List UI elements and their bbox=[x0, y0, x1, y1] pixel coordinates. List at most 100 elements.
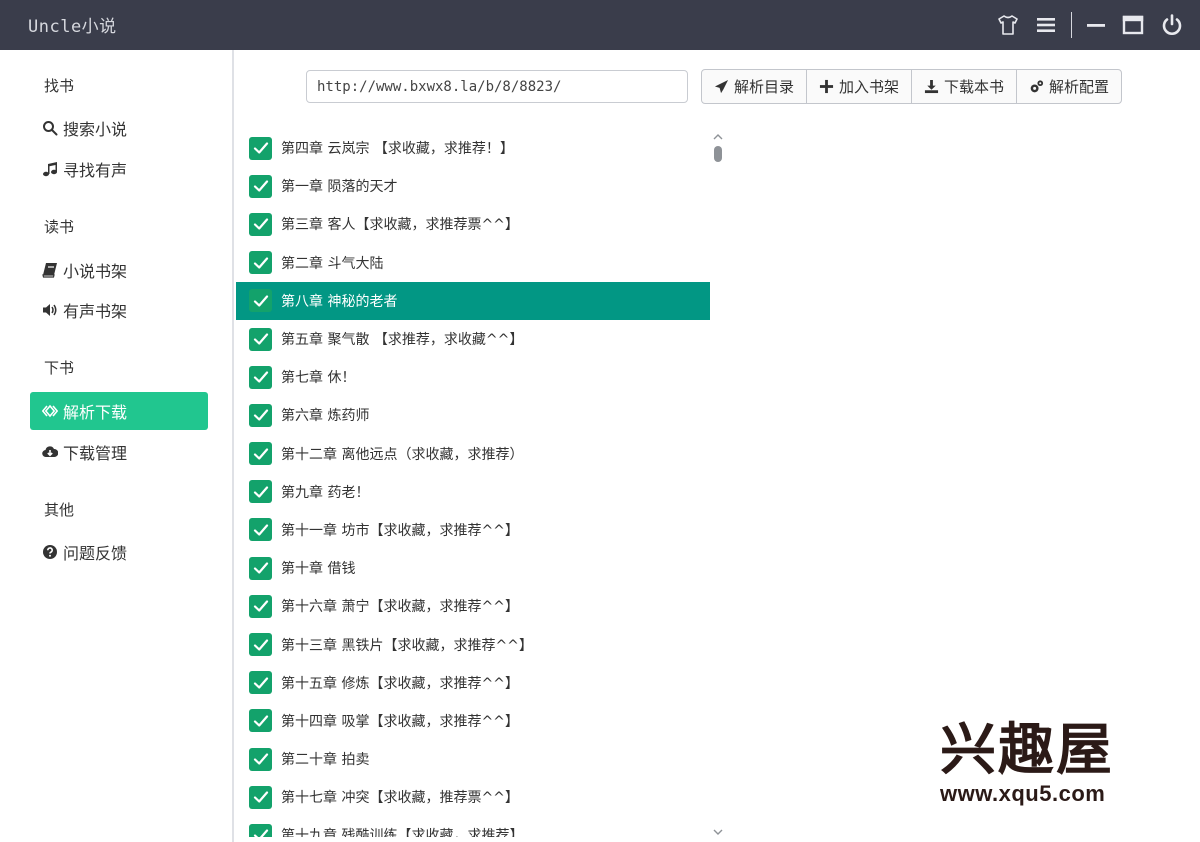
chapter-checkbox[interactable] bbox=[249, 289, 272, 313]
chapter-title: 第四章 云岚宗 【求收藏，求推荐！】 bbox=[281, 141, 514, 158]
check-icon bbox=[253, 371, 268, 383]
chapter-row[interactable]: 第二章 斗气大陆 bbox=[236, 244, 710, 282]
minimize-icon[interactable] bbox=[1084, 13, 1108, 37]
chapter-title: 第六章 炼药师 bbox=[281, 408, 370, 425]
app-title: Uncle小说 bbox=[28, 17, 117, 37]
chapter-title: 第二章 斗气大陆 bbox=[281, 255, 384, 272]
scroll-down-icon[interactable] bbox=[712, 823, 724, 835]
chapter-row[interactable]: 第十三章 黑铁片【求收藏，求推荐^^】 bbox=[236, 625, 710, 663]
section-find-books: 找书 bbox=[44, 77, 75, 95]
code-icon bbox=[42, 403, 58, 419]
chapter-checkbox[interactable] bbox=[249, 136, 272, 160]
check-icon bbox=[253, 218, 268, 231]
check-icon bbox=[253, 562, 268, 574]
chapter-checkbox[interactable] bbox=[249, 671, 272, 695]
scroll-up-icon[interactable] bbox=[712, 128, 724, 140]
chapter-row[interactable]: 第十六章 萧宁【求收藏，求推荐^^】 bbox=[236, 587, 710, 625]
nav-audio-shelf[interactable]: 有声书架 bbox=[30, 291, 208, 329]
nav-label: 寻找有声 bbox=[63, 161, 128, 180]
chapter-row[interactable]: 第一章 陨落的天才 bbox=[236, 167, 710, 205]
check-icon bbox=[253, 257, 268, 269]
nav-download-manager[interactable]: 下载管理 bbox=[30, 433, 208, 471]
gears-icon bbox=[1030, 80, 1044, 93]
check-icon bbox=[253, 333, 268, 345]
chapter-title: 第十六章 萧宁【求收藏，求推荐^^】 bbox=[281, 599, 519, 616]
nav-label: 解析下载 bbox=[63, 403, 128, 422]
chapter-checkbox[interactable] bbox=[249, 251, 272, 275]
parse-config-button[interactable]: 解析配置 bbox=[1016, 69, 1123, 104]
music-icon bbox=[42, 161, 58, 177]
chapter-row[interactable]: 第十二章 离他远点（求收藏，求推荐） bbox=[236, 435, 710, 473]
nav-parse-download[interactable]: 解析下载 bbox=[30, 392, 208, 430]
question-icon bbox=[42, 544, 58, 560]
chapter-checkbox[interactable] bbox=[249, 633, 272, 657]
nav-find-audio[interactable]: 寻找有声 bbox=[30, 150, 208, 188]
check-icon bbox=[253, 409, 268, 422]
chapter-checkbox[interactable] bbox=[249, 365, 272, 389]
chapter-checkbox[interactable] bbox=[249, 785, 272, 809]
chapter-checkbox[interactable] bbox=[249, 823, 272, 837]
nav-novel-shelf[interactable]: 小说书架 bbox=[30, 251, 208, 289]
chapter-title: 第十九章 残酷训练【求收藏，求推荐】 bbox=[281, 828, 524, 837]
scrollbar-thumb[interactable] bbox=[714, 146, 722, 162]
chapter-row[interactable]: 第五章 聚气散 【求推荐，求收藏^^】 bbox=[236, 320, 710, 358]
nav-feedback[interactable]: 问题反馈 bbox=[30, 533, 208, 571]
chapter-row[interactable]: 第十七章 冲突【求收藏，推荐票^^】 bbox=[236, 778, 710, 816]
maximize-icon[interactable] bbox=[1121, 13, 1145, 37]
power-icon[interactable] bbox=[1160, 13, 1184, 37]
chapter-checkbox[interactable] bbox=[249, 709, 272, 733]
chapter-row[interactable]: 第十四章 吸掌【求收藏，求推荐^^】 bbox=[236, 702, 710, 740]
chapter-checkbox[interactable] bbox=[249, 747, 272, 771]
check-icon bbox=[253, 715, 268, 727]
chapter-checkbox[interactable] bbox=[249, 518, 272, 542]
chapter-row[interactable]: 第三章 客人【求收藏，求推荐票^^】 bbox=[236, 205, 710, 243]
plus-icon bbox=[819, 79, 834, 94]
chapter-checkbox[interactable] bbox=[249, 174, 272, 198]
titlebar-divider bbox=[1071, 12, 1072, 38]
parse-catalog-button[interactable]: 解析目录 bbox=[701, 69, 808, 104]
check-icon bbox=[253, 753, 268, 765]
chapter-row[interactable]: 第十五章 修炼【求收藏，求推荐^^】 bbox=[236, 664, 710, 702]
chapter-title: 第八章 神秘的老者 bbox=[281, 293, 398, 310]
download-book-button[interactable]: 下载本书 bbox=[911, 69, 1018, 104]
chapter-row[interactable]: 第四章 云岚宗 【求收藏，求推荐！】 bbox=[236, 129, 710, 167]
chapter-checkbox[interactable] bbox=[249, 403, 272, 427]
chapter-checkbox[interactable] bbox=[249, 212, 272, 236]
chapter-row[interactable]: 第十章 借钱 bbox=[236, 549, 710, 587]
url-input[interactable] bbox=[306, 70, 688, 103]
search-icon bbox=[42, 120, 58, 136]
chapter-row[interactable]: 第十九章 残酷训练【求收藏，求推荐】 bbox=[236, 816, 710, 837]
chapter-checkbox[interactable] bbox=[249, 556, 272, 580]
chapter-row[interactable]: 第七章 休！ bbox=[236, 358, 710, 396]
chapter-checkbox[interactable] bbox=[249, 327, 272, 351]
chapter-checkbox[interactable] bbox=[249, 594, 272, 618]
chapter-list: 第四章 云岚宗 【求收藏，求推荐！】 第一章 陨落的天才第三章 客人【求收藏，求推… bbox=[236, 129, 710, 837]
chapter-checkbox[interactable] bbox=[249, 480, 272, 504]
chapter-title: 第十章 借钱 bbox=[281, 561, 356, 578]
chapter-checkbox[interactable] bbox=[249, 442, 272, 466]
chapter-title: 第十七章 冲突【求收藏，推荐票^^】 bbox=[281, 790, 519, 807]
chapter-title: 第二十章 拍卖 bbox=[281, 752, 370, 769]
chapter-title: 第十五章 修炼【求收藏，求推荐^^】 bbox=[281, 675, 519, 692]
nav-search-novel[interactable]: 搜索小说 bbox=[30, 109, 208, 147]
chapter-row[interactable]: 第八章 神秘的老者 bbox=[236, 281, 710, 320]
chapter-row[interactable]: 第二十章 拍卖 bbox=[236, 740, 710, 778]
nav-label: 小说书架 bbox=[63, 262, 128, 281]
chapter-title: 第一章 陨落的天才 bbox=[281, 179, 398, 196]
check-icon bbox=[253, 295, 268, 307]
cloud-download-icon bbox=[42, 444, 58, 460]
menu-icon[interactable] bbox=[1034, 13, 1058, 37]
nav-label: 搜索小说 bbox=[63, 120, 128, 139]
chapter-title: 第十二章 离他远点（求收藏，求推荐） bbox=[281, 446, 524, 463]
chapter-row[interactable]: 第九章 药老！ bbox=[236, 473, 710, 511]
chapter-title: 第五章 聚气散 【求推荐，求收藏^^】 bbox=[281, 332, 524, 349]
chapter-row[interactable]: 第六章 炼药师 bbox=[236, 396, 710, 434]
book-icon bbox=[42, 262, 58, 278]
add-shelf-button[interactable]: 加入书架 bbox=[806, 69, 913, 104]
skin-icon[interactable] bbox=[996, 13, 1020, 37]
chapter-row[interactable]: 第十一章 坊市【求收藏，求推荐^^】 bbox=[236, 511, 710, 549]
section-read-books: 读书 bbox=[44, 218, 75, 236]
sidebar: 找书 搜索小说 寻找有声 读书 小说书架 有声书架 下书 解析下载 下载管理 其… bbox=[0, 50, 234, 842]
nav-label: 下载管理 bbox=[63, 444, 128, 463]
check-icon bbox=[253, 486, 268, 498]
